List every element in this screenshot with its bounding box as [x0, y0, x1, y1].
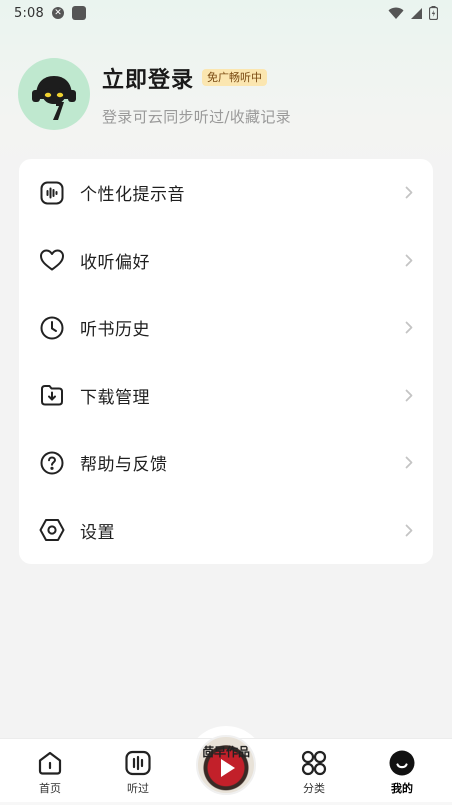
status-time: 5:08 — [14, 5, 44, 21]
menu-item-label: 帮助与反馈 — [80, 455, 168, 476]
profile-icon — [388, 749, 416, 777]
listened-icon — [124, 749, 152, 777]
login-subtitle: 登录可云同步听过/收藏记录 — [102, 107, 291, 126]
chevron-right-icon — [405, 456, 413, 469]
login-title[interactable]: 立即登录 — [102, 62, 194, 94]
now-playing-button[interactable]: 茴早作品 — [196, 735, 256, 795]
chevron-right-icon — [405, 254, 413, 267]
profile-header[interactable]: 立即登录 免广畅听中 登录可云同步听过/收藏记录 — [18, 56, 438, 132]
nav-label: 听过 — [127, 782, 149, 795]
nav-item-home[interactable]: 首页 — [15, 749, 85, 796]
battery-icon — [429, 6, 438, 20]
status-bar: 5:08 ✕ — [0, 0, 452, 26]
shield-icon: ✕ — [52, 7, 64, 19]
home-icon — [36, 749, 64, 777]
cellular-signal-icon — [411, 7, 422, 19]
cat-with-headphones-avatar — [32, 76, 76, 120]
menu-item-help-feedback[interactable]: 帮助与反馈 — [19, 429, 433, 497]
menu-item-label: 设置 — [80, 522, 115, 543]
settings-icon — [39, 517, 65, 543]
help-icon — [39, 450, 65, 476]
clock-icon — [39, 315, 65, 341]
chevron-right-icon — [405, 524, 413, 537]
menu-item-label: 收听偏好 — [80, 252, 150, 273]
menu-item-listening-preference[interactable]: 收听偏好 — [19, 227, 433, 295]
chevron-right-icon — [405, 389, 413, 402]
nav-item-listened[interactable]: 听过 — [103, 749, 173, 796]
chevron-right-icon — [405, 186, 413, 199]
menu-item-history[interactable]: 听书历史 — [19, 294, 433, 362]
audio-wave-icon — [39, 180, 65, 206]
nav-label: 我的 — [391, 782, 413, 795]
wifi-icon — [388, 7, 404, 19]
menu-item-settings[interactable]: 设置 — [19, 497, 433, 565]
profile-text: 立即登录 免广畅听中 登录可云同步听过/收藏记录 — [102, 62, 291, 127]
heart-icon — [39, 247, 65, 273]
menu-item-sound-prompt[interactable]: 个性化提示音 — [19, 159, 433, 227]
category-icon — [300, 749, 328, 777]
menu-card: 个性化提示音 收听偏好 听书历史 下载管理 帮助与反馈 设置 — [19, 159, 433, 564]
avatar[interactable] — [18, 58, 90, 130]
nav-item-category[interactable]: 分类 — [279, 749, 349, 796]
notification-square-icon — [72, 6, 86, 20]
album-cover-text: 茴早作品 — [201, 745, 250, 759]
menu-item-label: 个性化提示音 — [80, 185, 185, 206]
menu-item-label: 下载管理 — [80, 387, 150, 408]
nav-item-mine[interactable]: 我的 — [367, 749, 437, 796]
play-icon — [221, 759, 235, 777]
menu-item-label: 听书历史 — [80, 320, 150, 341]
chevron-right-icon — [405, 321, 413, 334]
menu-item-downloads[interactable]: 下载管理 — [19, 362, 433, 430]
download-icon — [39, 382, 65, 408]
ad-free-badge: 免广畅听中 — [202, 69, 268, 86]
nav-label: 分类 — [303, 782, 325, 795]
nav-label: 首页 — [39, 782, 61, 795]
